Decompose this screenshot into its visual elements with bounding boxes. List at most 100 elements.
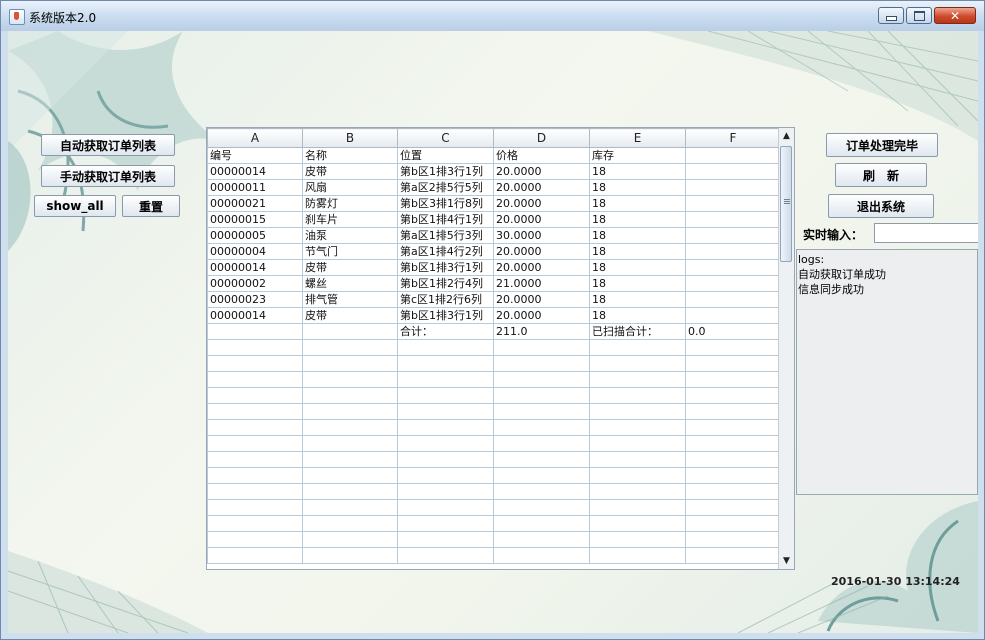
table-cell[interactable] (493, 547, 590, 564)
table-row-empty[interactable] (207, 483, 781, 500)
column-header[interactable]: A (207, 128, 303, 148)
table-cell[interactable]: 18 (589, 179, 686, 196)
table-cell[interactable]: 编号 (207, 147, 303, 164)
table-cell[interactable]: 位置 (397, 147, 494, 164)
table-cell[interactable]: 18 (589, 211, 686, 228)
table-cell[interactable] (685, 211, 781, 228)
table-cell[interactable] (589, 339, 686, 356)
table-cell[interactable]: 18 (589, 163, 686, 180)
table-cell[interactable]: 螺丝 (302, 275, 398, 292)
table-row-empty[interactable] (207, 339, 781, 356)
table-cell[interactable] (397, 531, 494, 548)
table-cell[interactable]: 00000021 (207, 195, 303, 212)
table-cell[interactable] (302, 339, 398, 356)
table-cell[interactable] (589, 531, 686, 548)
table-cell[interactable] (397, 419, 494, 436)
table-cell[interactable] (397, 387, 494, 404)
table-cell[interactable] (493, 387, 590, 404)
table-cell[interactable]: 20.0000 (493, 163, 590, 180)
table-cell[interactable] (685, 259, 781, 276)
table-cell[interactable] (397, 515, 494, 532)
table-cell[interactable]: 排气管 (302, 291, 398, 308)
table-cell[interactable] (685, 243, 781, 260)
table-cell[interactable] (207, 355, 303, 372)
table-cell[interactable]: 名称 (302, 147, 398, 164)
table-cell[interactable]: 18 (589, 307, 686, 324)
table-cell[interactable]: 20.0000 (493, 211, 590, 228)
table-row[interactable]: 00000014 皮带 第b区1排3行1列 20.0000 18 (207, 163, 781, 180)
table-cell[interactable] (207, 435, 303, 452)
table-cell[interactable]: 00000023 (207, 291, 303, 308)
table-cell[interactable]: 第b区1排4行1列 (397, 211, 494, 228)
table-cell[interactable] (493, 515, 590, 532)
table-cell[interactable] (685, 451, 781, 468)
table-cell[interactable] (397, 435, 494, 452)
table-cell[interactable] (685, 403, 781, 420)
table-cell[interactable]: 20.0000 (493, 259, 590, 276)
table-cell[interactable] (207, 419, 303, 436)
table-cell[interactable] (493, 419, 590, 436)
table-cell[interactable] (685, 467, 781, 484)
table-cell[interactable]: 30.0000 (493, 227, 590, 244)
table-row[interactable]: 00000005 油泵 第a区1排5行3列 30.0000 18 (207, 227, 781, 244)
table-cell[interactable] (685, 483, 781, 500)
table-cell[interactable] (589, 371, 686, 388)
table-cell[interactable] (589, 499, 686, 516)
table-cell[interactable] (302, 467, 398, 484)
table-cell[interactable] (207, 451, 303, 468)
table-cell[interactable] (397, 547, 494, 564)
table-cell[interactable]: 20.0000 (493, 195, 590, 212)
table-cell[interactable]: 合计： (397, 323, 494, 340)
table-cell[interactable]: 节气门 (302, 243, 398, 260)
table-cell[interactable]: 00000014 (207, 163, 303, 180)
table-cell[interactable]: 防雾灯 (302, 195, 398, 212)
table-cell[interactable] (207, 531, 303, 548)
table-cell[interactable]: 211.0 (493, 323, 590, 340)
table-cell[interactable] (685, 147, 781, 164)
table-row-empty[interactable] (207, 531, 781, 548)
table-cell[interactable]: 刹车片 (302, 211, 398, 228)
table-cell[interactable] (207, 371, 303, 388)
refresh-button[interactable]: 刷 新 (835, 163, 927, 187)
table-row-empty[interactable] (207, 355, 781, 372)
table-cell[interactable]: 20.0000 (493, 307, 590, 324)
order-complete-button[interactable]: 订单处理完毕 (826, 133, 938, 157)
table-row[interactable]: 00000021 防雾灯 第b区3排1行8列 20.0000 18 (207, 195, 781, 212)
table-cell[interactable]: 18 (589, 195, 686, 212)
table-cell[interactable] (302, 323, 398, 340)
table-cell[interactable] (397, 403, 494, 420)
table-cell[interactable] (589, 387, 686, 404)
table-cell[interactable] (685, 355, 781, 372)
table-cell[interactable]: 18 (589, 243, 686, 260)
table-cell[interactable]: 00000004 (207, 243, 303, 260)
table-cell[interactable] (685, 531, 781, 548)
table-cell[interactable] (685, 547, 781, 564)
table-row[interactable]: 合计： 211.0 已扫描合计： 0.0 (207, 323, 781, 340)
table-cell[interactable] (685, 307, 781, 324)
table-cell[interactable] (397, 499, 494, 516)
table-row-empty[interactable] (207, 435, 781, 452)
table-cell[interactable] (493, 483, 590, 500)
table-cell[interactable]: 18 (589, 291, 686, 308)
table-cell[interactable] (207, 547, 303, 564)
column-header[interactable]: D (493, 128, 590, 148)
table-cell[interactable]: 20.0000 (493, 179, 590, 196)
table-row-empty[interactable] (207, 419, 781, 436)
table-cell[interactable]: 00000002 (207, 275, 303, 292)
table-cell[interactable] (589, 403, 686, 420)
table-cell[interactable]: 第a区1排5行3列 (397, 227, 494, 244)
scroll-thumb[interactable] (780, 146, 792, 262)
table-cell[interactable] (589, 515, 686, 532)
table-row[interactable]: 00000023 排气管 第c区1排2行6列 20.0000 18 (207, 291, 781, 308)
table-cell[interactable]: 价格 (493, 147, 590, 164)
table-cell[interactable] (685, 387, 781, 404)
table-cell[interactable]: 第b区1排3行1列 (397, 307, 494, 324)
table-cell[interactable]: 第b区1排3行1列 (397, 163, 494, 180)
table-cell[interactable] (302, 451, 398, 468)
table-cell[interactable] (493, 531, 590, 548)
table-cell[interactable] (493, 467, 590, 484)
table-cell[interactable]: 18 (589, 227, 686, 244)
table-row[interactable]: 00000015 刹车片 第b区1排4行1列 20.0000 18 (207, 211, 781, 228)
table-cell[interactable] (302, 435, 398, 452)
table-cell[interactable]: 第b区3排1行8列 (397, 195, 494, 212)
